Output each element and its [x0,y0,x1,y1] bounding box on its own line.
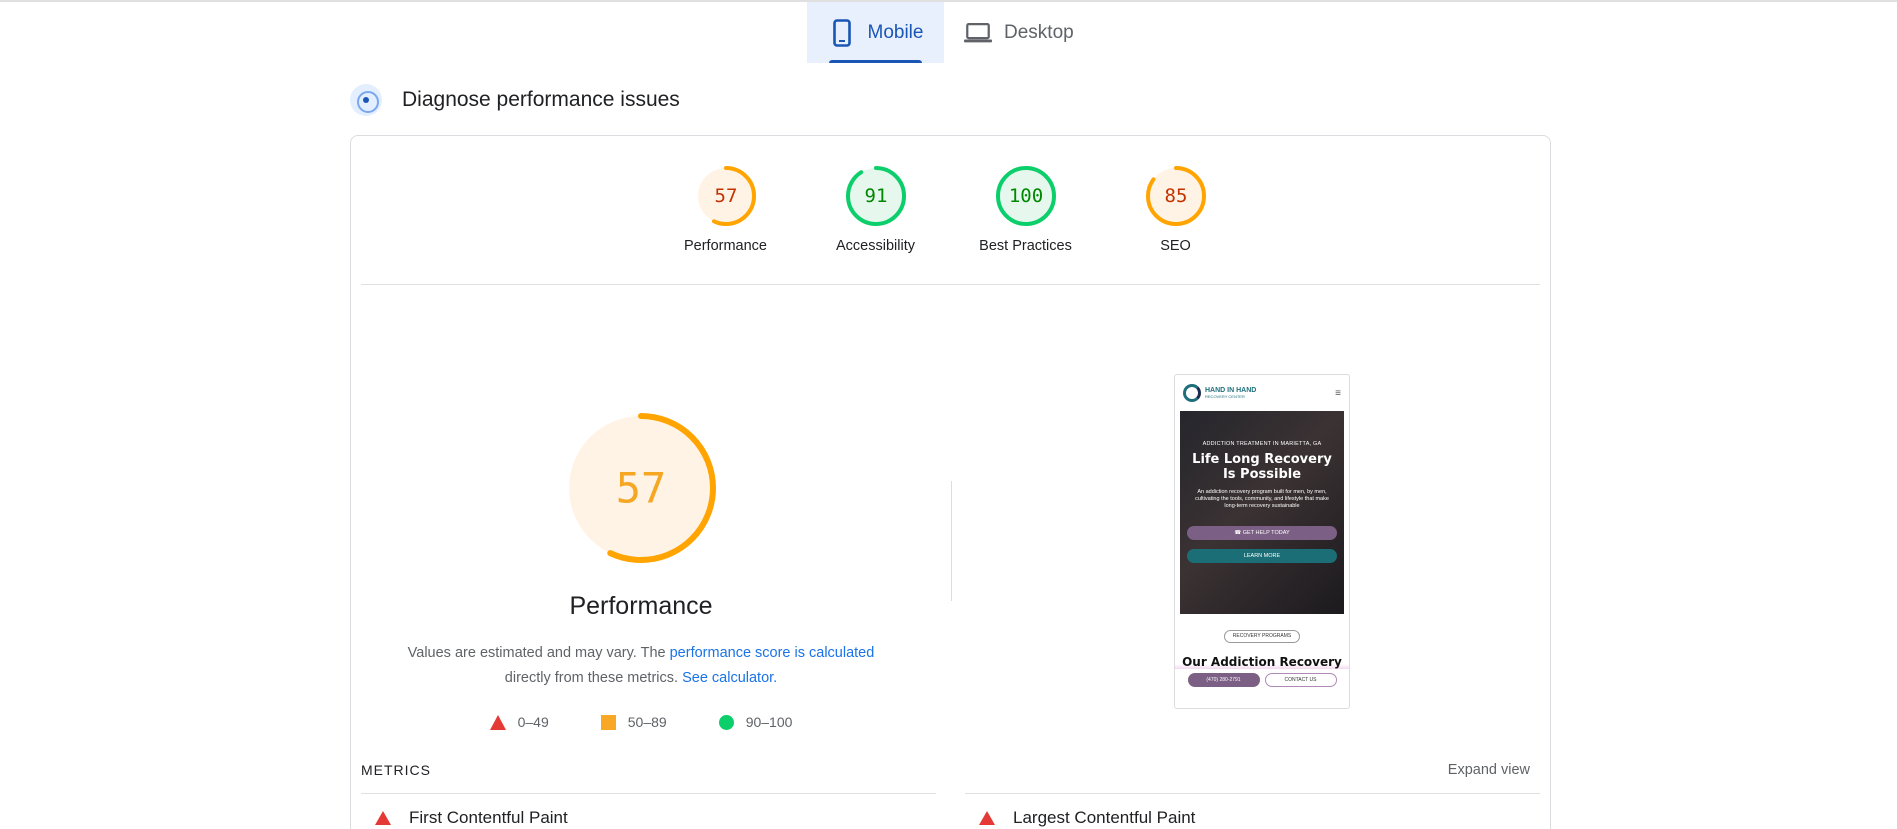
category-gauges: 57 Performance 91 Accessibility 100 Best Prac… [351,164,1550,254]
gauge-ring: 91 [845,166,906,226]
phone-icon [828,18,856,47]
preview-logo-sub: RECOVERY CENTER [1205,394,1245,399]
category-label: Accessibility [836,238,915,254]
legend-average-range: 50–89 [627,714,667,730]
preview-get-help-button: ☎ GET HELP TODAY [1187,526,1337,540]
preview-programs-pill: RECOVERY PROGRAMS [1224,630,1300,643]
form-factor-tabs: Mobile Desktop [807,2,1094,63]
metric-lcp[interactable]: Largest Contentful Paint [979,808,1195,828]
report-card: 57 Performance 91 Accessibility 100 Best Prac… [350,135,1551,829]
score-calculated-link[interactable]: performance score is calculated [670,645,875,661]
desc-prefix: Values are estimated and may vary. The [407,645,670,661]
page-screenshot-preview[interactable]: HAND IN HAND RECOVERY CENTER ≡ ADDICTION… [1174,374,1350,709]
gauge-score: 100 [1008,185,1042,207]
metric-lcp-label: Largest Contentful Paint [1013,808,1196,827]
phone-call-icon: ☎ [1234,530,1243,536]
gauge-score: 91 [864,185,887,207]
tab-desktop-label: Desktop [1004,21,1074,43]
gauge-score: 57 [714,185,737,207]
tab-mobile-label: Mobile [867,21,924,43]
fail-triangle-icon [375,811,391,825]
gauge-ring: 57 [695,166,756,226]
triangle-icon [489,714,506,730]
gauges-divider [361,284,1540,285]
preview-learn-more-button: LEARN MORE [1187,549,1337,563]
preview-hero: ADDICTION TREATMENT IN MARIETTA, GA Life… [1180,411,1344,614]
category-gauge-best-practices[interactable]: 100 Best Practices [969,164,1083,254]
tab-desktop[interactable]: Desktop [944,2,1094,63]
preview-body: An addiction recovery program built for … [1195,489,1329,509]
legend-fail-range: 0–49 [517,714,549,730]
metrics-title: METRICS [361,762,431,778]
preview-logo: HAND IN HAND RECOVERY CENTER [1183,384,1256,402]
expand-view-button[interactable]: Expand view [1448,762,1530,778]
legend-fail: 0–49 [489,714,549,730]
legend-average: 50–89 [600,714,667,730]
category-gauge-accessibility[interactable]: 91 Accessibility [819,164,933,254]
gauge-score: 85 [1164,185,1187,207]
category-gauge-performance[interactable]: 57 Performance [669,164,783,254]
fail-triangle-icon [979,811,995,825]
preview-contact-button: CONTACT US [1264,673,1337,687]
metric-fcp[interactable]: First Contentful Paint [375,808,568,828]
performance-big-gauge: 57 [564,411,718,570]
preview-bottom-buttons: (470) 280-2791 CONTACT US [1175,673,1349,687]
score-legend: 0–49 50–89 90–100 [351,714,931,730]
hands-logo-icon [1183,384,1201,402]
category-gauge-seo[interactable]: 85 SEO [1119,164,1233,254]
square-icon [600,714,616,730]
legend-pass: 90–100 [718,714,793,730]
gauge-score: 57 [616,464,667,513]
preview-headline: Life Long Recovery Is Possible [1192,452,1332,482]
preview-phone-button: (470) 280-2791 [1187,673,1260,687]
hamburger-menu-icon: ≡ [1335,387,1341,399]
desc-mid: directly from these metrics. [504,670,679,686]
category-label: SEO [1160,238,1191,254]
legend-pass-range: 90–100 [745,714,793,730]
diagnose-icon [350,84,382,116]
diagnose-title: Diagnose performance issues [402,88,680,111]
category-label: Performance [683,238,767,254]
gauge-ring: 85 [1145,166,1206,226]
gauge-ring: 100 [995,166,1056,226]
performance-ring: 57 [566,413,716,563]
preview-header: HAND IN HAND RECOVERY CENTER ≡ [1175,375,1349,411]
vertical-divider [951,481,952,601]
category-label: Best Practices [979,238,1072,254]
preview-section-title: Our Addiction Recovery [1175,655,1349,669]
tab-mobile[interactable]: Mobile [807,2,944,63]
preview-eyebrow: ADDICTION TREATMENT IN MARIETTA, GA [1202,441,1322,447]
preview-get-help-label: GET HELP TODAY [1242,530,1290,536]
circle-icon [718,714,734,730]
performance-title: Performance [569,592,713,620]
metric-fcp-label: First Contentful Paint [409,808,568,827]
metrics-divider-right [965,793,1540,794]
diagnose-heading: Diagnose performance issues [350,84,680,116]
metrics-divider-left [361,793,936,794]
performance-description: Values are estimated and may vary. The p… [351,641,931,691]
see-calculator-link[interactable]: See calculator. [682,670,777,686]
preview-logo-text: HAND IN HAND [1205,387,1257,394]
laptop-icon [964,19,992,47]
